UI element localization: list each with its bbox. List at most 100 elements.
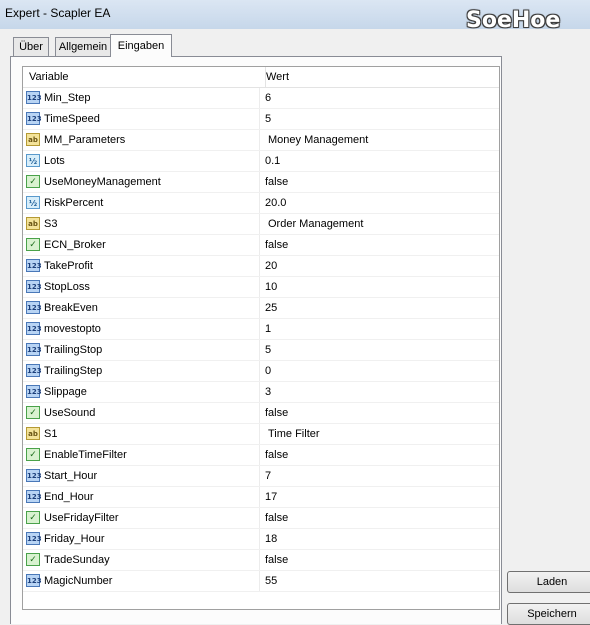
variable-name: StopLoss	[44, 281, 90, 293]
value-cell[interactable]: 55	[265, 571, 277, 591]
table-row[interactable]: 123 TrailingStep 0	[23, 361, 499, 382]
value-cell[interactable]: false	[265, 235, 288, 255]
variable-name: BreakEven	[44, 302, 98, 314]
boolean-type-icon: ✓	[26, 238, 40, 251]
variable-cell: 123 TrailingStep	[23, 361, 260, 381]
double-type-icon: ½	[26, 154, 40, 167]
table-row[interactable]: 123 Min_Step 6	[23, 88, 499, 109]
table-row[interactable]: 123 Start_Hour 7	[23, 466, 499, 487]
grid-rows: 123 Min_Step 6 123 TimeSpeed 5 ab MM_Parameters…	[23, 88, 499, 592]
tab-eingaben[interactable]: Eingaben	[110, 34, 172, 57]
value-cell[interactable]: Money Management	[268, 130, 368, 150]
variable-name: movestopto	[44, 323, 101, 335]
variable-name: UseFridayFilter	[44, 512, 119, 524]
variable-cell: ab S3	[23, 214, 260, 234]
value-cell[interactable]: 18	[265, 529, 277, 549]
value-cell[interactable]: 5	[265, 109, 271, 129]
variable-cell: 123 Start_Hour	[23, 466, 260, 486]
variable-name: Friday_Hour	[44, 533, 105, 545]
save-button[interactable]: Speichern	[507, 603, 590, 625]
integer-type-icon: 123	[26, 322, 42, 335]
value-cell[interactable]: false	[265, 445, 288, 465]
table-row[interactable]: 123 Friday_Hour 18	[23, 529, 499, 550]
value-cell[interactable]: 3	[265, 382, 271, 402]
integer-type-icon: 123	[26, 385, 42, 398]
variable-cell: 123 Friday_Hour	[23, 529, 260, 549]
table-row[interactable]: ✓ UseSound false	[23, 403, 499, 424]
table-row[interactable]: ½ Lots 0.1	[23, 151, 499, 172]
value-cell[interactable]: 10	[265, 277, 277, 297]
value-cell[interactable]: false	[265, 172, 288, 192]
integer-type-icon: 123	[26, 259, 42, 272]
integer-type-icon: 123	[26, 490, 42, 503]
value-cell[interactable]: 1	[265, 319, 271, 339]
variable-name: MagicNumber	[44, 575, 113, 587]
variable-cell: 123 MagicNumber	[23, 571, 260, 591]
variable-cell: 123 StopLoss	[23, 277, 260, 297]
boolean-type-icon: ✓	[26, 175, 40, 188]
integer-type-icon: 123	[26, 574, 42, 587]
variable-cell: ab S1	[23, 424, 260, 444]
table-row[interactable]: 123 BreakEven 25	[23, 298, 499, 319]
table-row[interactable]: 123 TrailingStop 5	[23, 340, 499, 361]
table-row[interactable]: ab S1 Time Filter	[23, 424, 499, 445]
table-row[interactable]: ✓ TradeSunday false	[23, 550, 499, 571]
grid-header: Variable Wert	[23, 67, 499, 88]
column-header-value[interactable]: Wert	[266, 67, 289, 87]
value-cell[interactable]: false	[265, 550, 288, 570]
variable-name: UseMoneyManagement	[44, 176, 161, 188]
variable-cell: ½ Lots	[23, 151, 260, 171]
string-type-icon: ab	[26, 133, 40, 146]
value-cell[interactable]: 0.1	[265, 151, 280, 171]
table-row[interactable]: ✓ ECN_Broker false	[23, 235, 499, 256]
table-row[interactable]: 123 movestopto 1	[23, 319, 499, 340]
variable-cell: ✓ TradeSunday	[23, 550, 260, 570]
value-cell[interactable]: Order Management	[268, 214, 363, 234]
table-row[interactable]: 123 Slippage 3	[23, 382, 499, 403]
tab-uber[interactable]: Über	[13, 37, 49, 56]
boolean-type-icon: ✓	[26, 553, 40, 566]
table-row[interactable]: ✓ UseMoneyManagement false	[23, 172, 499, 193]
value-cell[interactable]: Time Filter	[268, 424, 320, 444]
table-row[interactable]: ½ RiskPercent 20.0	[23, 193, 499, 214]
table-row[interactable]: 123 TakeProfit 20	[23, 256, 499, 277]
value-cell[interactable]: 7	[265, 466, 271, 486]
column-header-variable[interactable]: Variable	[23, 67, 266, 87]
value-cell[interactable]: 17	[265, 487, 277, 507]
variable-name: TradeSunday	[44, 554, 110, 566]
value-cell[interactable]: false	[265, 508, 288, 528]
variable-name: RiskPercent	[44, 197, 104, 209]
table-row[interactable]: ✓ UseFridayFilter false	[23, 508, 499, 529]
integer-type-icon: 123	[26, 469, 42, 482]
value-cell[interactable]: 20.0	[265, 193, 286, 213]
variable-cell: 123 TimeSpeed	[23, 109, 260, 129]
soehoe-logo: SoeHoe	[466, 8, 561, 33]
variable-name: S1	[44, 428, 58, 440]
value-cell[interactable]: 20	[265, 256, 277, 276]
table-row[interactable]: 123 MagicNumber 55	[23, 571, 499, 592]
variable-name: TakeProfit	[44, 260, 93, 272]
variable-name: Lots	[44, 155, 65, 167]
load-button[interactable]: Laden	[507, 571, 590, 593]
variable-cell: 123 movestopto	[23, 319, 260, 339]
variable-cell: ✓ EnableTimeFilter	[23, 445, 260, 465]
value-cell[interactable]: 25	[265, 298, 277, 318]
variable-cell: ab MM_Parameters	[23, 130, 260, 150]
value-cell[interactable]: 5	[265, 340, 271, 360]
variable-cell: ✓ UseSound	[23, 403, 260, 423]
table-row[interactable]: 123 End_Hour 17	[23, 487, 499, 508]
value-cell[interactable]: false	[265, 403, 288, 423]
variable-name: Start_Hour	[44, 470, 98, 482]
tab-allgemein[interactable]: Allgemein	[55, 37, 111, 56]
variable-cell: 123 Min_Step	[23, 88, 260, 108]
variable-name: Min_Step	[44, 92, 91, 104]
value-cell[interactable]: 0	[265, 361, 271, 381]
variable-cell: ✓ UseMoneyManagement	[23, 172, 260, 192]
table-row[interactable]: ab MM_Parameters Money Management	[23, 130, 499, 151]
table-row[interactable]: 123 TimeSpeed 5	[23, 109, 499, 130]
variable-cell: ✓ UseFridayFilter	[23, 508, 260, 528]
table-row[interactable]: 123 StopLoss 10	[23, 277, 499, 298]
value-cell[interactable]: 6	[265, 88, 271, 108]
table-row[interactable]: ab S3 Order Management	[23, 214, 499, 235]
table-row[interactable]: ✓ EnableTimeFilter false	[23, 445, 499, 466]
